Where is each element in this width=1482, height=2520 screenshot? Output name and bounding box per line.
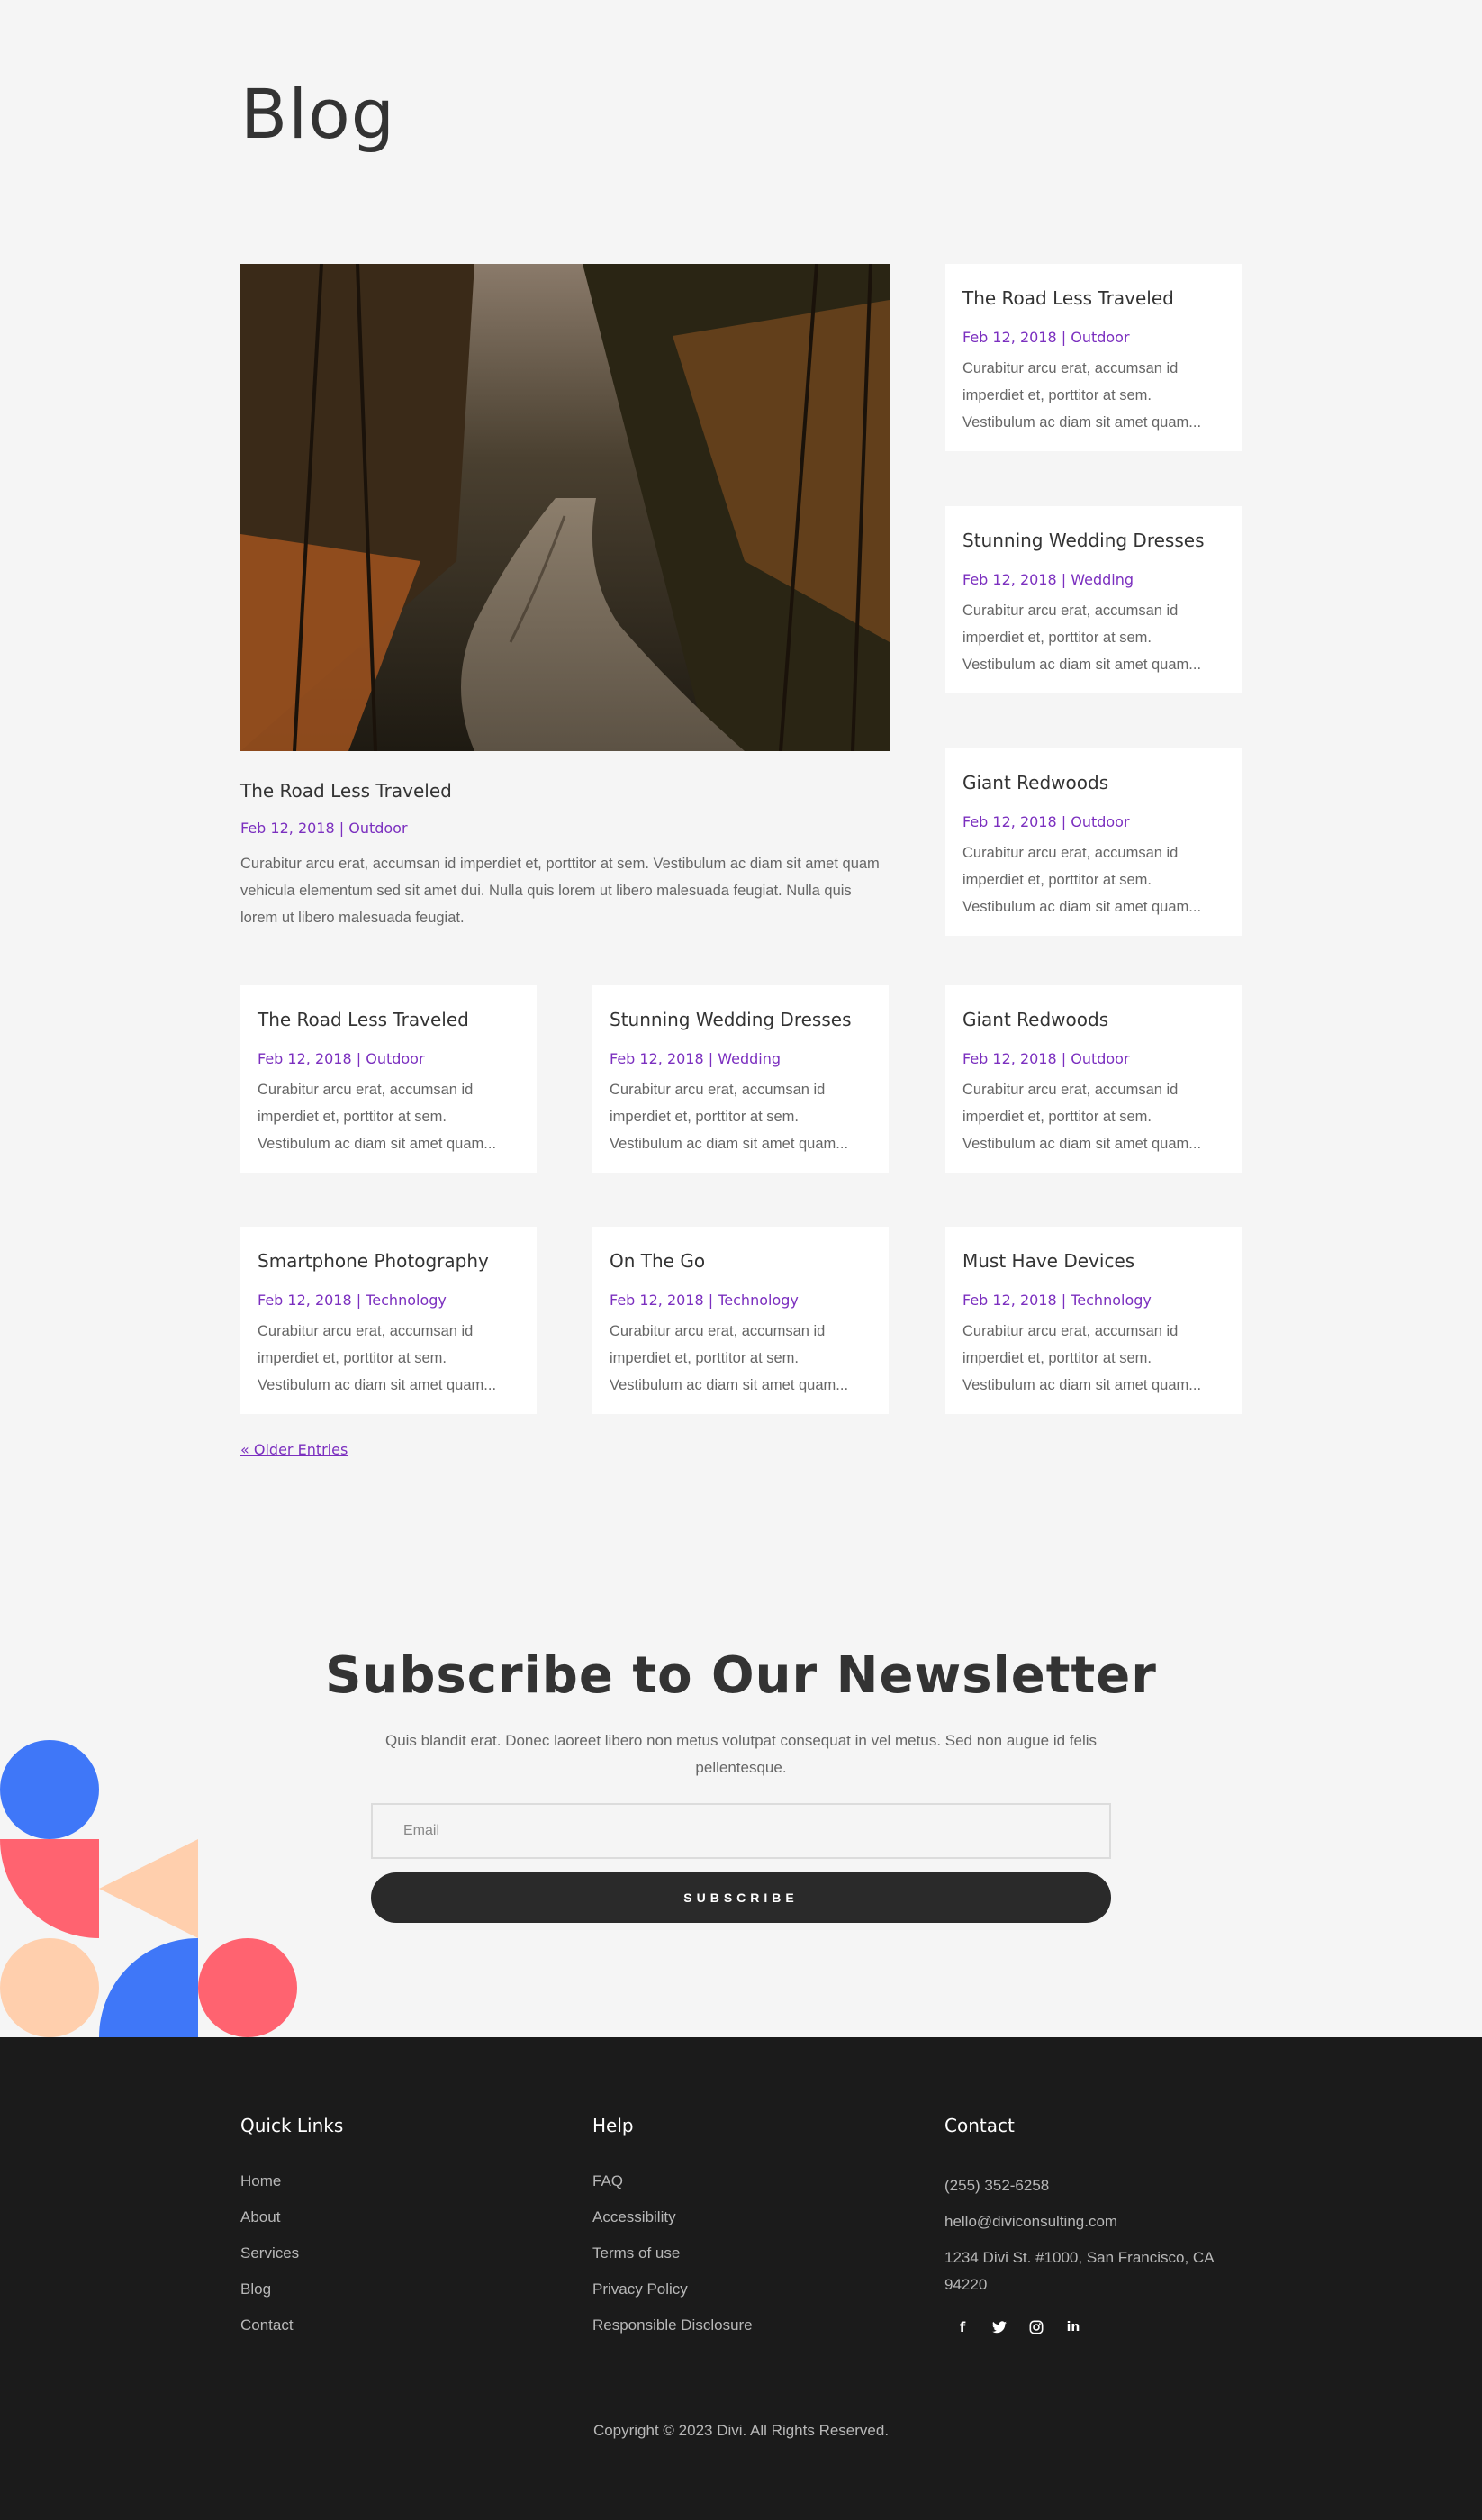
email-input[interactable]	[371, 1803, 1111, 1859]
footer-heading: Help	[592, 2115, 634, 2136]
contact-email[interactable]: hello@diviconsulting.com	[944, 2208, 1242, 2235]
post-excerpt: Curabitur arcu erat, accumsan id imperdi…	[962, 603, 1202, 673]
side-post-card[interactable]: The Road Less Traveled Feb 12, 2018 | Ou…	[945, 264, 1242, 451]
post-excerpt: Curabitur arcu erat, accumsan id imperdi…	[610, 1323, 849, 1393]
featured-post-image[interactable]	[240, 264, 890, 751]
post-title[interactable]: Stunning Wedding Dresses	[610, 1009, 872, 1030]
grid-post-card[interactable]: Smartphone Photography Feb 12, 2018 | Te…	[240, 1227, 537, 1414]
instagram-icon[interactable]	[1024, 2315, 1049, 2340]
post-meta[interactable]: Feb 12, 2018 | Technology	[962, 1292, 1224, 1309]
facebook-icon[interactable]: f	[950, 2315, 975, 2340]
post-meta[interactable]: Feb 12, 2018 | Technology	[258, 1292, 520, 1309]
grid-post-card[interactable]: Stunning Wedding Dresses Feb 12, 2018 | …	[592, 985, 889, 1173]
page-title: Blog	[240, 74, 395, 154]
newsletter-text: Quis blandit erat. Donec laoreet libero …	[384, 1732, 1098, 1776]
post-meta[interactable]: Feb 12, 2018 | Outdoor	[962, 813, 1224, 830]
grid-post-card[interactable]: Must Have Devices Feb 12, 2018 | Technol…	[945, 1227, 1242, 1414]
shape-red-quarter	[0, 1839, 99, 1938]
footer-help: Help FAQ Accessibility Terms of use Priv…	[592, 2115, 753, 2352]
post-title[interactable]: Smartphone Photography	[258, 1250, 520, 1272]
footer-link-faq[interactable]: FAQ	[592, 2172, 753, 2190]
shape-peach-triangle	[99, 1839, 198, 1938]
post-excerpt: Curabitur arcu erat, accumsan id imperdi…	[962, 1082, 1202, 1152]
post-excerpt: Curabitur arcu erat, accumsan id imperdi…	[962, 360, 1202, 431]
grid-post-card[interactable]: Giant Redwoods Feb 12, 2018 | Outdoor Cu…	[945, 985, 1242, 1173]
footer-link-home[interactable]: Home	[240, 2172, 343, 2190]
social-icons: f in	[950, 2315, 1242, 2340]
footer-link-accessibility[interactable]: Accessibility	[592, 2208, 753, 2226]
post-meta[interactable]: Feb 12, 2018 | Wedding	[610, 1050, 872, 1067]
post-meta[interactable]: Feb 12, 2018 | Outdoor	[962, 329, 1224, 346]
older-entries-link[interactable]: « Older Entries	[240, 1441, 348, 1458]
footer-link-services[interactable]: Services	[240, 2244, 343, 2262]
post-title[interactable]: Giant Redwoods	[962, 1009, 1224, 1030]
footer-quick-links: Quick Links Home About Services Blog Con…	[240, 2115, 343, 2352]
footer-heading: Quick Links	[240, 2115, 344, 2136]
post-title[interactable]: The Road Less Traveled	[258, 1009, 520, 1030]
grid-post-card[interactable]: On The Go Feb 12, 2018 | Technology Cura…	[592, 1227, 889, 1414]
featured-post-excerpt: Curabitur arcu erat, accumsan id imperdi…	[240, 856, 880, 926]
subscribe-button[interactable]: SUBSCRIBE	[371, 1872, 1111, 1923]
footer: Quick Links Home About Services Blog Con…	[0, 2037, 1482, 2520]
shape-blue-circle	[0, 1740, 99, 1839]
footer-link-privacy[interactable]: Privacy Policy	[592, 2280, 753, 2298]
post-excerpt: Curabitur arcu erat, accumsan id imperdi…	[962, 1323, 1202, 1393]
linkedin-icon[interactable]: in	[1061, 2315, 1086, 2340]
copyright: Copyright © 2023 Divi. All Rights Reserv…	[592, 2422, 890, 2439]
post-meta[interactable]: Feb 12, 2018 | Technology	[610, 1292, 872, 1309]
post-title[interactable]: Giant Redwoods	[962, 772, 1224, 793]
post-title[interactable]: On The Go	[610, 1250, 872, 1272]
footer-link-disclosure[interactable]: Responsible Disclosure	[592, 2316, 753, 2334]
footer-contact: Contact (255) 352-6258 hello@diviconsult…	[944, 2115, 1242, 2340]
shape-blue-quarter	[99, 1938, 198, 2037]
shape-peach-circle	[0, 1938, 99, 2037]
post-title[interactable]: Must Have Devices	[962, 1250, 1224, 1272]
post-meta[interactable]: Feb 12, 2018 | Outdoor	[962, 1050, 1224, 1067]
footer-heading: Contact	[944, 2115, 1015, 2136]
featured-post-meta[interactable]: Feb 12, 2018 | Outdoor	[240, 820, 408, 837]
post-excerpt: Curabitur arcu erat, accumsan id imperdi…	[962, 845, 1202, 915]
decorative-shapes	[0, 1740, 297, 2037]
post-title[interactable]: The Road Less Traveled	[962, 287, 1224, 309]
footer-link-blog[interactable]: Blog	[240, 2280, 343, 2298]
shape-red-circle	[198, 1938, 297, 2037]
footer-link-terms[interactable]: Terms of use	[592, 2244, 753, 2262]
contact-address: 1234 Divi St. #1000, San Francisco, CA 9…	[944, 2249, 1214, 2293]
post-meta[interactable]: Feb 12, 2018 | Wedding	[962, 571, 1224, 588]
footer-link-about[interactable]: About	[240, 2208, 343, 2226]
side-post-card[interactable]: Stunning Wedding Dresses Feb 12, 2018 | …	[945, 506, 1242, 693]
contact-phone[interactable]: (255) 352-6258	[944, 2172, 1242, 2199]
footer-link-contact[interactable]: Contact	[240, 2316, 343, 2334]
post-excerpt: Curabitur arcu erat, accumsan id imperdi…	[258, 1082, 497, 1152]
post-excerpt: Curabitur arcu erat, accumsan id imperdi…	[610, 1082, 849, 1152]
post-excerpt: Curabitur arcu erat, accumsan id imperdi…	[258, 1323, 497, 1393]
post-meta[interactable]: Feb 12, 2018 | Outdoor	[258, 1050, 520, 1067]
newsletter-title: Subscribe to Our Newsletter	[325, 1646, 1157, 1705]
grid-post-card[interactable]: The Road Less Traveled Feb 12, 2018 | Ou…	[240, 985, 537, 1173]
post-title[interactable]: Stunning Wedding Dresses	[962, 530, 1224, 551]
twitter-icon[interactable]	[987, 2315, 1012, 2340]
featured-post-title[interactable]: The Road Less Traveled	[240, 780, 452, 802]
side-post-card[interactable]: Giant Redwoods Feb 12, 2018 | Outdoor Cu…	[945, 748, 1242, 936]
